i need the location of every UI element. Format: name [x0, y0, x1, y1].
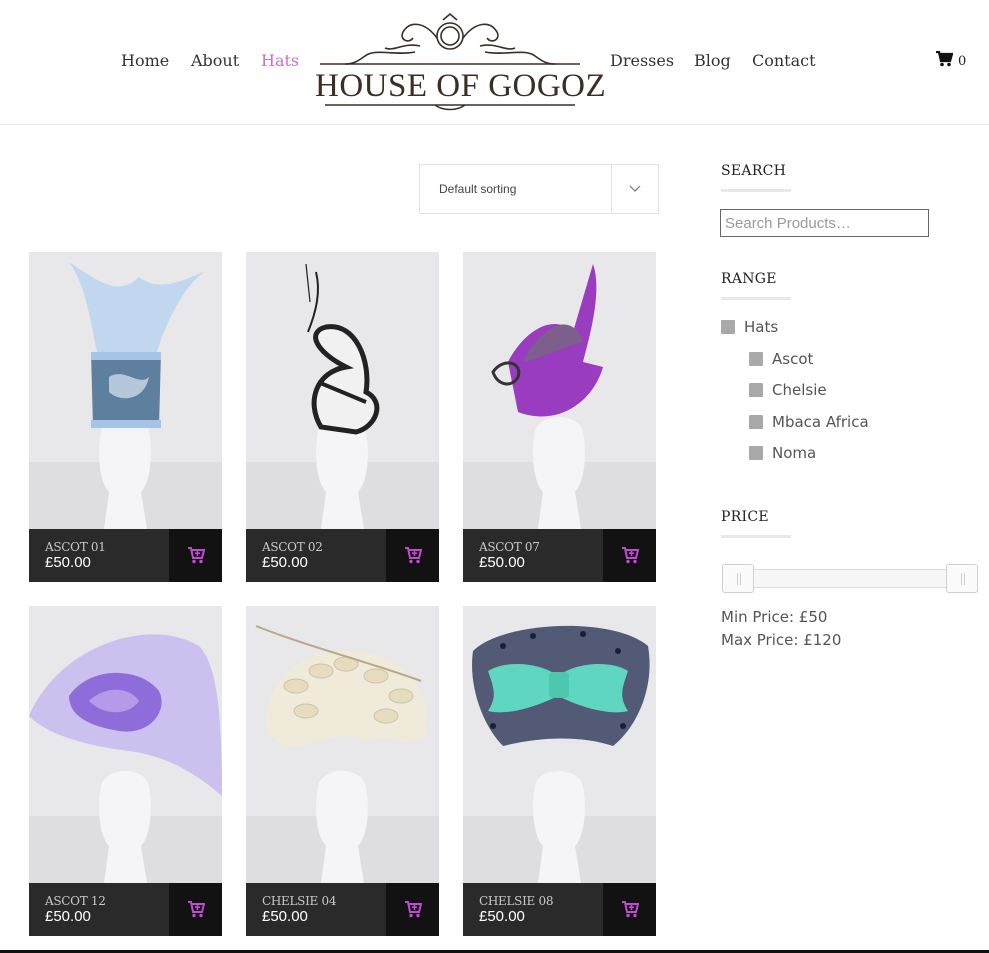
range-item-chelsie[interactable]: Chelsie: [749, 381, 827, 399]
cart-plus-icon: [404, 901, 422, 918]
product-name[interactable]: ASCOT 07: [479, 540, 540, 554]
product-name[interactable]: ASCOT 01: [45, 540, 106, 554]
product-info-bar: ASCOT 12 £50.00: [29, 883, 222, 936]
range-item-ascot[interactable]: Ascot: [749, 350, 813, 368]
cart-count: 0: [958, 53, 967, 69]
add-to-cart-button[interactable]: [169, 883, 222, 936]
cart-plus-icon: [404, 547, 422, 564]
nav-about[interactable]: About: [191, 51, 239, 70]
product-name[interactable]: CHELSIE 04: [262, 894, 336, 908]
nav-dresses[interactable]: Dresses: [610, 51, 674, 70]
cart-plus-icon: [187, 901, 205, 918]
product-price: £50.00: [262, 554, 308, 571]
category-checkbox[interactable]: [749, 415, 763, 429]
nav-home[interactable]: Home: [121, 51, 169, 70]
price-slider-min-handle[interactable]: [722, 564, 754, 593]
product-card[interactable]: CHELSIE 08 £50.00: [463, 606, 656, 936]
cart-icon: [935, 50, 954, 72]
logo-wordmark: HOUSE OF GOGOZ: [315, 68, 607, 104]
product-card[interactable]: CHELSIE 04 £50.00: [246, 606, 439, 936]
product-info-bar: CHELSIE 08 £50.00: [463, 883, 656, 936]
add-to-cart-button[interactable]: [603, 883, 656, 936]
product-price: £50.00: [479, 554, 525, 571]
product-image[interactable]: [463, 252, 656, 529]
product-card[interactable]: ASCOT 12 £50.00: [29, 606, 222, 936]
category-label: Ascot: [772, 350, 814, 368]
product-info-bar: ASCOT 01 £50.00: [29, 529, 222, 582]
price-widget-title: PRICE: [721, 509, 769, 525]
product-price: £50.00: [479, 908, 525, 925]
product-card[interactable]: ASCOT 07 £50.00: [463, 252, 656, 582]
product-name[interactable]: CHELSIE 08: [479, 894, 553, 908]
category-label: Hats: [744, 318, 779, 336]
site-header: Home About Hats HOUSE OF GOGOZ Dresses B…: [0, 0, 989, 125]
max-price-label: Max Price: £120: [721, 631, 842, 649]
nav-contact[interactable]: Contact: [752, 51, 816, 70]
product-price: £50.00: [45, 908, 91, 925]
range-item-noma[interactable]: Noma: [749, 444, 816, 462]
product-info-bar: ASCOT 07 £50.00: [463, 529, 656, 582]
product-image[interactable]: [29, 606, 222, 883]
product-info-bar: ASCOT 02 £50.00: [246, 529, 439, 582]
header-cart[interactable]: 0: [935, 50, 967, 72]
product-price: £50.00: [45, 554, 91, 571]
site-logo[interactable]: HOUSE OF GOGOZ: [315, 12, 607, 112]
price-slider-track[interactable]: [722, 569, 977, 588]
product-card[interactable]: ASCOT 01 £50.00: [29, 252, 222, 582]
add-to-cart-button[interactable]: [386, 883, 439, 936]
range-item-mbaca-africa[interactable]: Mbaca Africa: [749, 413, 869, 431]
add-to-cart-button[interactable]: [386, 529, 439, 582]
category-checkbox[interactable]: [721, 320, 735, 334]
product-image[interactable]: [246, 606, 439, 883]
chevron-down-icon[interactable]: [611, 165, 658, 213]
category-label: Mbaca Africa: [772, 413, 869, 431]
search-title-rule: [721, 189, 791, 192]
category-checkbox[interactable]: [749, 352, 763, 366]
category-label: Chelsie: [772, 381, 827, 399]
cart-plus-icon: [187, 547, 205, 564]
sort-select[interactable]: Default sorting: [419, 164, 659, 214]
product-info-bar: CHELSIE 04 £50.00: [246, 883, 439, 936]
product-name[interactable]: ASCOT 12: [45, 894, 106, 908]
category-label: Noma: [772, 444, 817, 462]
range-item-hats[interactable]: Hats: [721, 318, 778, 336]
category-checkbox[interactable]: [749, 446, 763, 460]
cart-plus-icon: [621, 547, 639, 564]
search-input[interactable]: [720, 209, 929, 237]
cart-plus-icon: [621, 901, 639, 918]
search-widget-title: SEARCH: [721, 163, 787, 179]
range-title-rule: [721, 297, 791, 300]
sort-selected-label: Default sorting: [439, 182, 517, 196]
category-checkbox[interactable]: [749, 383, 763, 397]
range-widget-title: RANGE: [721, 271, 777, 287]
product-card[interactable]: ASCOT 02 £50.00: [246, 252, 439, 582]
add-to-cart-button[interactable]: [603, 529, 656, 582]
product-image[interactable]: [463, 606, 656, 883]
nav-hats[interactable]: Hats: [261, 51, 299, 70]
add-to-cart-button[interactable]: [169, 529, 222, 582]
product-image[interactable]: [29, 252, 222, 529]
product-name[interactable]: ASCOT 02: [262, 540, 323, 554]
min-price-label: Min Price: £50: [721, 608, 828, 626]
product-price: £50.00: [262, 908, 308, 925]
product-image[interactable]: [246, 252, 439, 529]
price-title-rule: [721, 535, 791, 538]
nav-blog[interactable]: Blog: [694, 51, 731, 70]
price-slider-max-handle[interactable]: [946, 564, 978, 593]
